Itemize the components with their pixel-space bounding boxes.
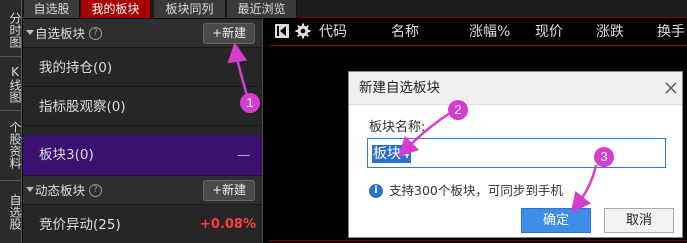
info-note: i 支持300个板块，可同步到手机 xyxy=(369,183,669,199)
sector-item-label: 我的持仓(0) xyxy=(39,60,113,76)
step-badge-1: 1 xyxy=(240,93,260,113)
column-header-change-pct[interactable]: 涨幅% xyxy=(469,19,510,45)
column-header-code[interactable]: 代码 xyxy=(319,19,347,45)
sector-item-label: 竞价异动(25) xyxy=(39,217,121,233)
remove-sector-button[interactable]: — xyxy=(237,135,250,176)
dynamic-sector-title: 动态板块 xyxy=(35,183,86,198)
column-header-price[interactable]: 现价 xyxy=(535,19,563,45)
sector-item[interactable]: 指标股观察(0) xyxy=(23,88,262,126)
collapse-triangle-icon[interactable] xyxy=(26,30,34,35)
add-custom-sector-button[interactable]: +新建 xyxy=(203,23,255,44)
side-tab-watchlist[interactable]: 自选股 xyxy=(0,182,22,242)
help-icon[interactable]: ? xyxy=(89,184,102,197)
table-header: 代码 名称 涨幅% 现价 涨跌 换手 xyxy=(263,19,687,45)
sector-item-selected[interactable]: 板块3(0) — xyxy=(23,135,262,176)
divider xyxy=(269,45,687,46)
tab-watchlist[interactable]: 自选股 xyxy=(24,0,80,18)
sector-item[interactable]: 我的持仓(0) xyxy=(23,49,262,87)
custom-sector-header: 自选板块 ? +新建 xyxy=(23,19,262,48)
step-badge-2: 2 xyxy=(448,100,468,120)
new-sector-dialog: 新建自选板块 板块名称: 板块4 i 支持300个板块，可同步到手机 确定 取消 xyxy=(348,71,683,238)
info-text: 支持300个板块，可同步到手机 xyxy=(389,183,563,198)
column-header-name[interactable]: 名称 xyxy=(391,19,419,45)
column-header-change[interactable]: 涨跌 xyxy=(596,19,624,45)
info-icon: i xyxy=(369,184,383,198)
step-badge-3: 3 xyxy=(594,147,614,167)
sector-name-value: 板块4 xyxy=(372,145,411,163)
collapse-triangle-icon[interactable] xyxy=(26,187,34,192)
tab-my-sectors[interactable]: 我的板块 xyxy=(81,0,151,18)
cancel-button[interactable]: 取消 xyxy=(604,208,674,233)
custom-sector-title: 自选板块 xyxy=(35,26,86,41)
dialog-title-bar: 新建自选板块 xyxy=(349,72,682,105)
sector-panel: 自选板块 ? +新建 我的持仓(0) 指标股观察(0) 板块3(0) — 动态板… xyxy=(23,19,262,243)
sector-change-value: +0.08% xyxy=(200,217,256,232)
divider xyxy=(0,110,22,111)
divider xyxy=(269,240,687,241)
dialog-title: 新建自选板块 xyxy=(359,80,440,96)
side-tab-kline[interactable]: K线图 xyxy=(0,58,22,110)
tab-sector-peers[interactable]: 板块同列 xyxy=(154,0,226,18)
divider xyxy=(0,180,22,181)
side-tab-strip: 分时图 K线图 个股资料 自选股 xyxy=(0,0,22,243)
dynamic-sector-header: 动态板块 ? +新建 xyxy=(23,176,262,205)
sector-item-label: 指标股观察(0) xyxy=(39,99,126,115)
help-icon[interactable]: ? xyxy=(89,27,102,40)
sector-name-label: 板块名称: xyxy=(369,120,426,135)
sector-name-input[interactable]: 板块4 xyxy=(367,138,666,168)
gear-icon[interactable] xyxy=(295,23,311,39)
side-tab-stock-info[interactable]: 个股资料 xyxy=(0,112,22,178)
add-dynamic-sector-button[interactable]: +新建 xyxy=(203,180,255,201)
dynamic-sector-item[interactable]: 竞价异动(25) +0.08% xyxy=(23,206,262,243)
tab-recent[interactable]: 最近浏览 xyxy=(227,0,297,18)
side-tab-timeshare[interactable]: 分时图 xyxy=(0,4,22,56)
sector-item-label: 板块3(0) xyxy=(39,147,94,163)
close-icon[interactable] xyxy=(663,80,679,96)
top-tab-bar: 自选股 我的板块 板块同列 最近浏览 xyxy=(22,0,687,18)
collapse-left-icon[interactable] xyxy=(275,24,289,38)
column-header-turnover[interactable]: 换手 xyxy=(657,19,685,45)
confirm-button[interactable]: 确定 xyxy=(521,208,591,233)
divider xyxy=(0,56,22,57)
